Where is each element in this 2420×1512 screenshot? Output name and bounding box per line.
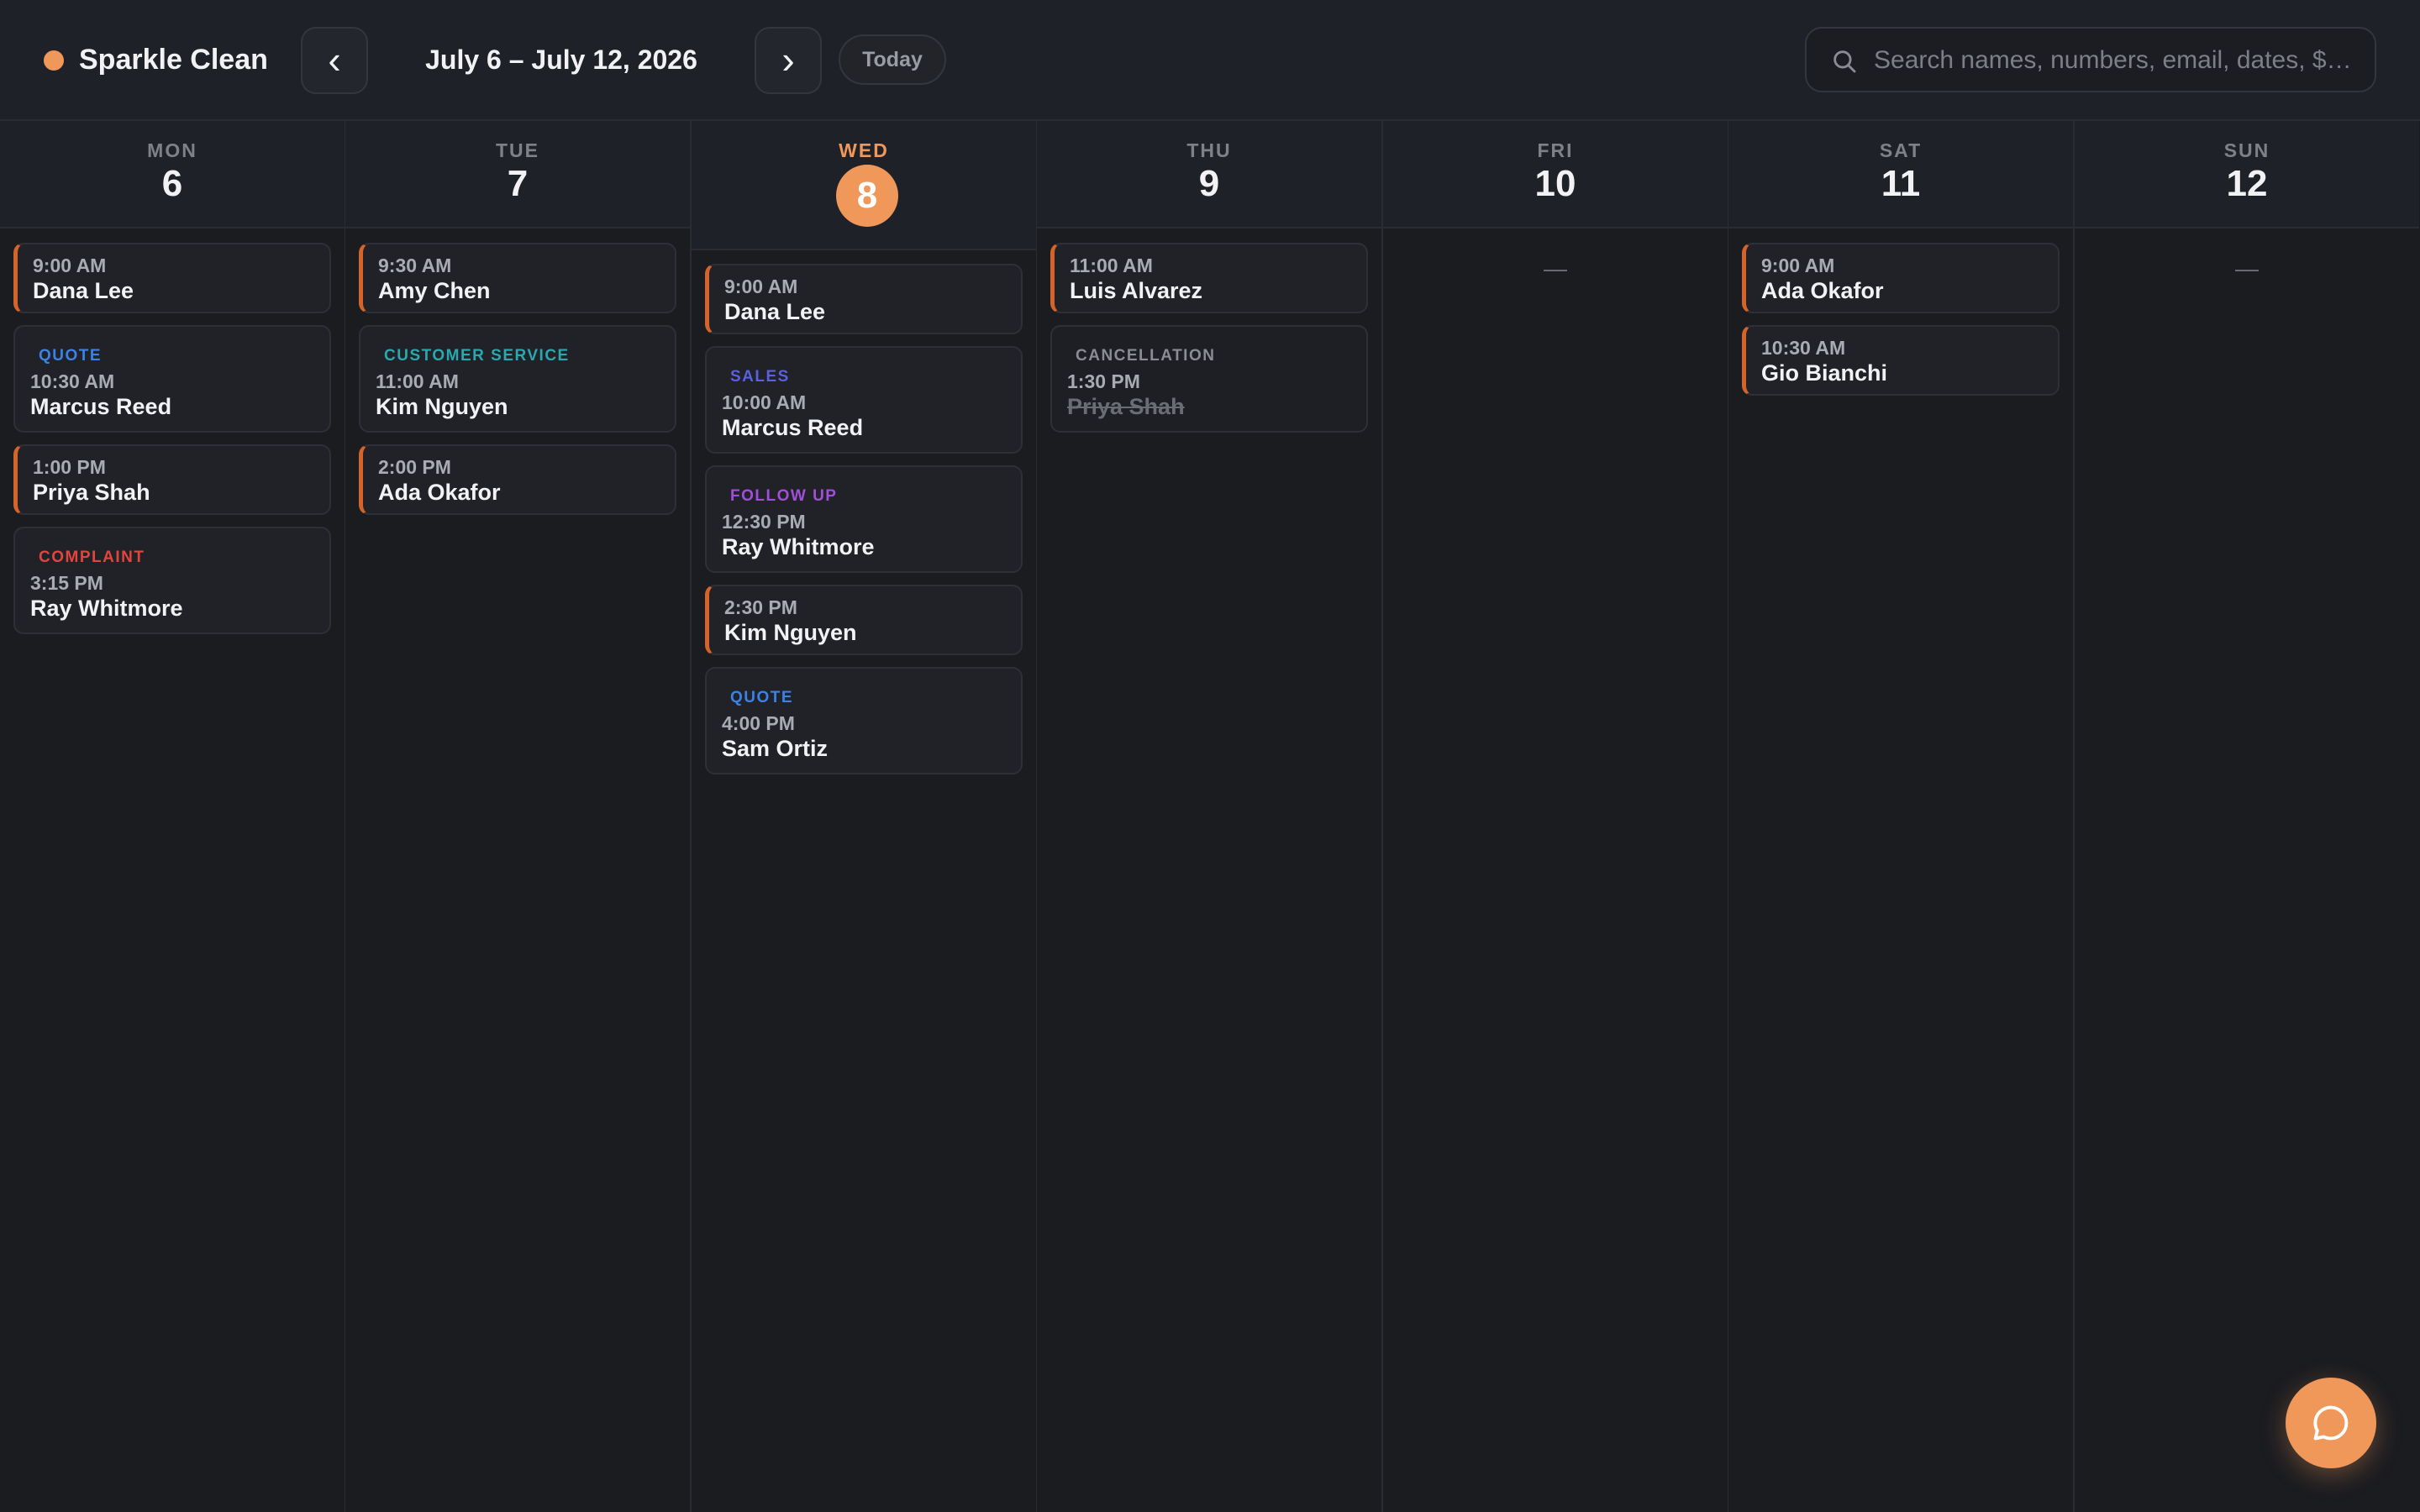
appointment-customer: Dana Lee: [724, 299, 826, 324]
day-column-fri: FRI 10 —: [1383, 121, 1728, 1512]
day-header[interactable]: THU 9: [1037, 121, 1381, 228]
day-header[interactable]: SUN 12: [2075, 121, 2419, 228]
day-of-week: MON: [147, 139, 197, 161]
appointment-time: 2:00 PM: [378, 456, 451, 478]
appointment-card[interactable]: 2:30 PM Kim Nguyen: [705, 585, 1023, 655]
today-badge: 8: [836, 165, 898, 227]
appointment-customer: Sam Ortiz: [722, 736, 829, 761]
day-of-week: FRI: [1537, 139, 1574, 161]
appointment-card[interactable]: 1:00 PM Priya Shah: [13, 444, 331, 515]
appointment-customer: Kim Nguyen: [376, 394, 508, 419]
appointment-customer: Marcus Reed: [30, 394, 172, 419]
week-calendar: MON 6 9:00 AM Dana Lee QUOTE 10:30 AM Marcus R…: [0, 121, 2420, 1512]
day-column-sat: SAT 11 9:00 AM Ada Okafor 10:30 AM Gio Bianch…: [1728, 121, 2073, 1512]
day-column-mon: MON 6 9:00 AM Dana Lee QUOTE 10:30 AM Marcus R…: [0, 121, 345, 1512]
appointment-customer: Dana Lee: [33, 278, 134, 303]
appointment-time: 9:00 AM: [724, 276, 798, 297]
day-number: 11: [1881, 163, 1921, 204]
appointment-time: 1:30 PM: [1067, 370, 1140, 392]
empty-day-dash: —: [1544, 255, 1567, 281]
appointment-card[interactable]: 9:00 AM Dana Lee: [705, 264, 1023, 334]
appointment-tag: CANCELLATION: [1076, 347, 1216, 365]
appointment-customer: Ray Whitmore: [30, 596, 183, 621]
day-column-sun: SUN 12 —: [2075, 121, 2419, 1512]
prev-week-button[interactable]: ‹: [301, 27, 368, 94]
brand-name: Sparkle Clean: [79, 44, 268, 76]
appointment-tag: FOLLOW UP: [730, 487, 838, 505]
appointment-time: 3:15 PM: [30, 572, 103, 594]
brand-dot-icon: [44, 50, 64, 71]
appointment-time: 11:00 AM: [1070, 255, 1153, 276]
appointment-tag: SALES: [730, 368, 790, 386]
appointment-card[interactable]: 9:00 AM Ada Okafor: [1742, 243, 2060, 313]
appointment-time: 9:30 AM: [378, 255, 452, 276]
appointment-card[interactable]: QUOTE 4:00 PM Sam Ortiz: [705, 667, 1023, 774]
date-range-title: July 6 – July 12, 2026: [425, 45, 697, 75]
appointment-time: 10:30 AM: [1761, 337, 1846, 359]
day-column-thu: THU 9 11:00 AM Luis Alvarez CANCELLATION 1:30…: [1037, 121, 1381, 1512]
appointment-customer: Priya Shah: [33, 480, 150, 505]
appointment-card[interactable]: CANCELLATION 1:30 PM Priya Shah: [1050, 325, 1368, 433]
appointment-card[interactable]: 11:00 AM Luis Alvarez: [1050, 243, 1368, 313]
day-header[interactable]: WED 8: [692, 121, 1036, 250]
appointment-time: 10:00 AM: [722, 391, 807, 413]
appointment-customer: Ray Whitmore: [722, 534, 875, 559]
day-of-week: TUE: [496, 139, 539, 161]
appointment-time: 4:00 PM: [722, 712, 795, 734]
appointment-card[interactable]: CUSTOMER SERVICE 11:00 AM Kim Nguyen: [359, 325, 676, 433]
appointment-card[interactable]: COMPLAINT 3:15 PM Ray Whitmore: [13, 527, 331, 634]
appointment-tag: QUOTE: [730, 689, 794, 706]
search-box[interactable]: [1805, 27, 2376, 92]
appointment-card[interactable]: 2:00 PM Ada Okafor: [359, 444, 676, 515]
day-number: 9: [1198, 163, 1220, 204]
appointment-tag: CUSTOMER SERVICE: [384, 347, 570, 365]
appointment-time: 12:30 PM: [722, 511, 806, 533]
next-week-button[interactable]: ›: [755, 27, 822, 94]
day-header[interactable]: SAT 11: [1728, 121, 2073, 228]
day-header[interactable]: MON 6: [0, 121, 345, 228]
day-of-week: SAT: [1879, 139, 1923, 161]
appointment-time: 11:00 AM: [376, 370, 459, 392]
day-of-week: SUN: [2223, 139, 2270, 161]
appointment-tag: QUOTE: [39, 347, 103, 365]
chat-button[interactable]: [2286, 1378, 2376, 1468]
appointment-time: 9:00 AM: [33, 255, 107, 276]
day-header[interactable]: TUE 7: [345, 121, 690, 228]
appointment-card[interactable]: 10:30 AM Gio Bianchi: [1742, 325, 2060, 396]
appointment-customer: Luis Alvarez: [1070, 278, 1203, 303]
appointment-customer: Amy Chen: [378, 278, 491, 303]
appointment-customer: Marcus Reed: [722, 415, 864, 440]
search-input[interactable]: [1872, 29, 2363, 92]
appointment-customer: Priya Shah: [1067, 394, 1185, 419]
appointment-time: 9:00 AM: [1761, 255, 1835, 276]
today-button[interactable]: Today: [839, 34, 946, 85]
appointment-card[interactable]: 9:30 AM Amy Chen: [359, 243, 676, 313]
appointment-card[interactable]: 9:00 AM Dana Lee: [13, 243, 331, 313]
day-number: 6: [161, 163, 183, 204]
appointment-card[interactable]: QUOTE 10:30 AM Marcus Reed: [13, 325, 331, 433]
appointment-card[interactable]: SALES 10:00 AM Marcus Reed: [705, 346, 1023, 454]
day-number: 7: [507, 163, 529, 204]
day-column-tue: TUE 7 9:30 AM Amy Chen CUSTOMER SERVICE 11:00…: [345, 121, 690, 1512]
day-number: 12: [2226, 163, 2268, 204]
appointment-customer: Ada Okafor: [378, 480, 501, 505]
day-of-week: THU: [1186, 139, 1232, 161]
day-of-week: WED: [839, 139, 889, 161]
appointment-time: 1:00 PM: [33, 456, 106, 478]
appointment-card[interactable]: FOLLOW UP 12:30 PM Ray Whitmore: [705, 465, 1023, 573]
day-number: 8: [856, 175, 878, 216]
search-icon: [1833, 50, 1856, 73]
day-column-wed: WED 8 9:00 AM Dana Lee SALES 10:00 AM Marcus R…: [692, 121, 1036, 1512]
empty-day-dash: —: [2235, 255, 2259, 281]
top-bar: Sparkle Clean ‹ July 6 – July 12, 2026 ›…: [0, 0, 2420, 121]
day-number: 10: [1534, 163, 1576, 204]
appointment-time: 10:30 AM: [30, 370, 115, 392]
day-header[interactable]: FRI 10: [1383, 121, 1728, 228]
chat-bubble-icon: [2313, 1405, 2349, 1441]
appointment-customer: Gio Bianchi: [1761, 360, 1888, 386]
appointment-time: 2:30 PM: [724, 596, 797, 618]
appointment-customer: Kim Nguyen: [724, 620, 857, 645]
appointment-tag: COMPLAINT: [39, 549, 145, 566]
appointment-customer: Ada Okafor: [1761, 278, 1884, 303]
